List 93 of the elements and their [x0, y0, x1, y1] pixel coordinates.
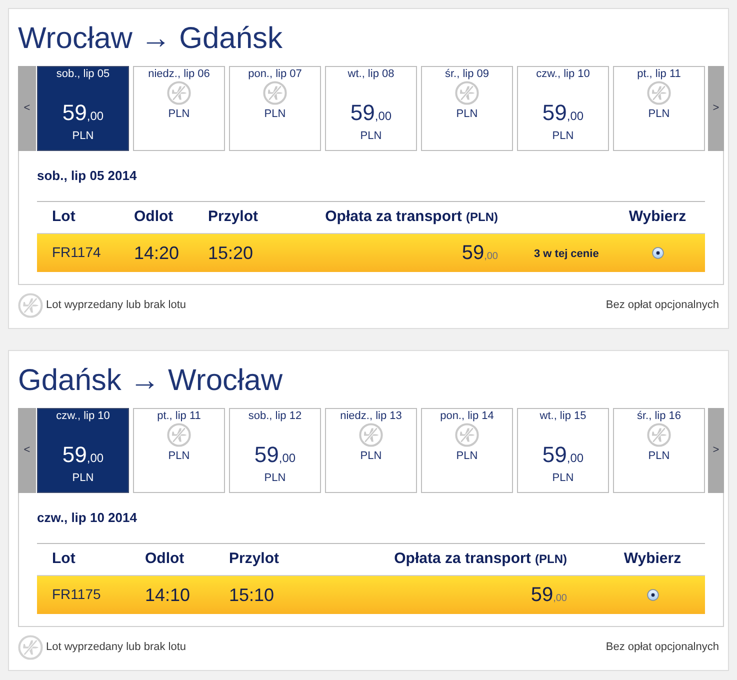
column-header: Przylot — [208, 208, 258, 226]
date-tile[interactable]: pt., lip 11 PLN — [133, 408, 225, 493]
date-label: czw., lip 10 — [56, 409, 110, 423]
currency-label: PLN — [360, 449, 382, 463]
currency-label: PLN — [552, 129, 574, 143]
date-tile[interactable]: czw., lip 10 59,00 PLN — [37, 408, 129, 493]
currency-label: PLN — [456, 449, 478, 463]
date-label: śr., lip 09 — [444, 67, 490, 81]
flight-row[interactable]: FR1174 14:20 15:20 59,00 3 w tej cenie — [37, 234, 705, 272]
next-button[interactable]: > — [708, 66, 724, 151]
route-title: Gdańsk → Wrocław — [18, 363, 284, 399]
date-label: niedz., lip 13 — [340, 409, 402, 423]
crossed-plane-icon — [167, 423, 191, 447]
date-tile[interactable]: pon., lip 07 PLN — [229, 66, 321, 151]
date-label: niedz., lip 06 — [148, 67, 210, 81]
price-text: 59,00 — [542, 443, 584, 469]
date-label: wt., lip 15 — [540, 409, 586, 423]
currency-label: PLN — [168, 107, 190, 121]
column-header: Wybierz — [628, 208, 686, 226]
date-tile[interactable]: wt., lip 15 59,00 PLN — [517, 408, 609, 493]
crossed-plane-icon — [647, 423, 671, 447]
table-cell: 15:10 — [229, 584, 274, 604]
crossed-plane-icon — [263, 81, 287, 105]
table-cell: 15:20 — [208, 242, 254, 262]
currency-label: PLN — [168, 449, 190, 463]
crossed-plane-icon — [455, 423, 479, 447]
crossed-plane-icon — [647, 81, 671, 105]
legend-text: Lot wyprzedany lub brak lotu — [46, 640, 186, 656]
table-cell: FR1175 — [52, 586, 101, 602]
currency-label: PLN — [456, 107, 478, 121]
date-label: pt., lip 11 — [157, 409, 201, 423]
column-header: Lot — [52, 550, 76, 568]
legend-text: Lot wyprzedany lub brak lotu — [46, 298, 186, 314]
selected-date: sob., lip 05 2014 — [37, 168, 138, 184]
date-tile[interactable]: wt., lip 08 59,00 PLN — [325, 66, 417, 151]
currency-label: PLN — [648, 107, 670, 121]
currency-label: PLN — [360, 129, 382, 143]
price-text: 59,00 — [254, 443, 296, 469]
crossed-plane-icon — [18, 293, 43, 318]
availability-note: 3 w tej cenie — [534, 248, 599, 260]
flight-row[interactable]: FR1175 14:10 15:10 59,00 — [37, 576, 705, 614]
column-header: Lot — [52, 208, 76, 226]
date-label: pt., lip 11 — [637, 67, 681, 81]
price-text: 59,00 — [62, 101, 104, 127]
price-text: 59,00 — [350, 101, 392, 127]
crossed-plane-icon — [359, 423, 383, 447]
currency-label: PLN — [648, 449, 670, 463]
crossed-plane-icon — [455, 81, 479, 105]
table-cell: 14:10 — [145, 584, 190, 604]
radio-button[interactable] — [652, 247, 664, 259]
price-text: 59,00 — [530, 584, 567, 606]
date-tile[interactable]: pon., lip 14 PLN — [421, 408, 513, 493]
date-label: sob., lip 05 — [56, 67, 110, 81]
column-header: Opłata za transport (PLN) — [325, 208, 498, 226]
currency-label: PLN — [264, 107, 286, 121]
crossed-plane-icon — [167, 81, 191, 105]
radio-button[interactable] — [646, 589, 658, 601]
currency-label: PLN — [72, 471, 94, 485]
currency-label: PLN — [72, 129, 94, 143]
price-text: 59,00 — [542, 101, 584, 127]
date-tile[interactable]: śr., lip 09 PLN — [421, 66, 513, 151]
table-cell: FR1174 — [52, 244, 101, 260]
next-button[interactable]: > — [708, 408, 724, 493]
table-cell: 14:20 — [134, 242, 180, 262]
date-tile[interactable]: niedz., lip 13 PLN — [325, 408, 417, 493]
date-tile[interactable]: czw., lip 10 59,00 PLN — [517, 66, 609, 151]
fees-note: Bez opłat opcjonalnych — [606, 298, 719, 314]
date-label: sob., lip 12 — [248, 409, 302, 423]
date-tile[interactable]: sob., lip 12 59,00 PLN — [229, 408, 321, 493]
date-label: czw., lip 10 — [536, 67, 590, 81]
currency-label: PLN — [264, 471, 286, 485]
currency-label: PLN — [552, 471, 574, 485]
price-text: 59,00 — [462, 242, 498, 264]
date-tile[interactable]: sob., lip 05 59,00 PLN — [37, 66, 129, 151]
date-label: pon., lip 14 — [440, 409, 494, 423]
date-tile[interactable]: pt., lip 11 PLN — [613, 66, 705, 151]
column-header: Opłata za transport (PLN) — [394, 550, 567, 568]
column-header: Odlot — [134, 208, 174, 226]
column-header: Wybierz — [624, 550, 682, 568]
date-label: wt., lip 08 — [348, 67, 394, 81]
previous-button[interactable]: < — [18, 66, 36, 151]
date-label: śr., lip 16 — [636, 409, 682, 423]
route-title: Wrocław → Gdańsk — [18, 21, 284, 57]
crossed-plane-icon — [18, 635, 43, 660]
price-text: 59,00 — [62, 443, 104, 469]
date-tile[interactable]: niedz., lip 06 PLN — [133, 66, 225, 151]
fees-note: Bez opłat opcjonalnych — [606, 640, 719, 656]
column-header: Odlot — [145, 550, 184, 568]
previous-button[interactable]: < — [18, 408, 36, 493]
date-label: pon., lip 07 — [248, 67, 302, 81]
selected-date: czw., lip 10 2014 — [37, 510, 138, 526]
date-tile[interactable]: śr., lip 16 PLN — [613, 408, 705, 493]
column-header: Przylot — [229, 550, 280, 568]
